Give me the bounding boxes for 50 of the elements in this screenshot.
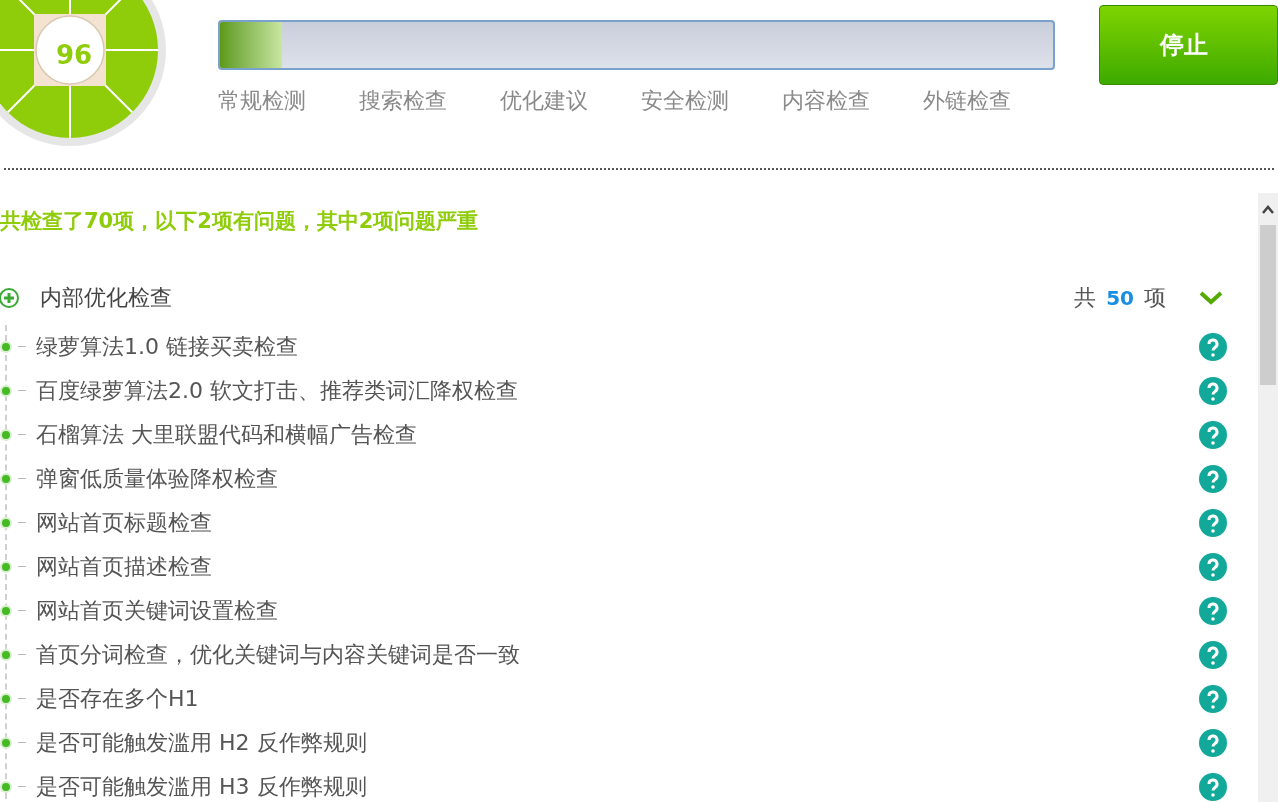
status-dot-icon <box>0 604 12 617</box>
check-item-label: 首页分词检查，优化关键词与内容关键词是否一致 <box>36 641 520 669</box>
check-item-label: 是否存在多个H1 <box>36 685 199 713</box>
score-value: 96 <box>54 39 94 72</box>
status-dot-icon <box>0 384 12 397</box>
count-value: 50 <box>1106 284 1134 312</box>
help-icon[interactable] <box>1199 420 1227 449</box>
scrollbar-thumb[interactable] <box>1260 225 1276 385</box>
count-label: 项 <box>1144 284 1166 312</box>
tab[interactable]: 安全检测 <box>641 86 729 116</box>
help-icon[interactable] <box>1199 684 1227 713</box>
stop-button[interactable]: 停止 <box>1099 5 1278 85</box>
check-item-label: 弹窗低质量体验降权检查 <box>36 465 278 493</box>
status-dot-icon <box>0 340 12 353</box>
check-item-label: 网站首页描述检查 <box>36 553 212 581</box>
status-dot-icon <box>0 736 12 749</box>
status-dot-icon <box>0 516 12 529</box>
check-item-label: 百度绿萝算法2.0 软文打击、推荐类词汇降权检查 <box>36 377 518 405</box>
tab[interactable]: 常规检测 <box>218 86 306 116</box>
help-icon[interactable] <box>1199 376 1227 405</box>
count-label: 共 <box>1074 284 1097 312</box>
check-item-label: 是否可能触发滥用 H2 反作弊规则 <box>36 729 367 757</box>
help-icon[interactable] <box>1199 464 1227 493</box>
help-icon[interactable] <box>1199 728 1227 757</box>
summary-text: 共检查了70项，以下2项有问题，其中2项问题严重 <box>0 208 480 235</box>
check-item-label: 绿萝算法1.0 链接买卖检查 <box>36 333 298 361</box>
status-dot-icon <box>0 780 12 793</box>
status-dot-icon <box>0 692 12 705</box>
help-icon[interactable] <box>1199 332 1227 361</box>
help-icon[interactable] <box>1199 552 1227 581</box>
status-dot-icon <box>0 648 12 661</box>
tab[interactable]: 搜索检查 <box>359 86 447 116</box>
tab[interactable]: 外链检查 <box>923 86 1011 116</box>
scrollbar[interactable] <box>1258 193 1278 802</box>
check-item-label: 网站首页关键词设置检查 <box>36 597 278 625</box>
status-dot-icon <box>0 472 12 485</box>
chevron-down-icon[interactable] <box>1198 289 1224 306</box>
section-title: 内部优化检查 <box>40 284 172 312</box>
help-icon[interactable] <box>1199 772 1227 801</box>
help-icon[interactable] <box>1199 508 1227 537</box>
status-dot-icon <box>0 428 12 441</box>
status-dot-icon <box>0 560 12 573</box>
help-icon[interactable] <box>1199 596 1227 625</box>
check-item-label: 网站首页标题检查 <box>36 509 212 537</box>
check-item-label: 石榴算法 大里联盟代码和横幅广告检查 <box>36 421 417 449</box>
add-icon[interactable] <box>0 286 20 309</box>
help-icon[interactable] <box>1199 640 1227 669</box>
check-item-label: 是否可能触发滥用 H3 反作弊规则 <box>36 773 367 801</box>
tab[interactable]: 优化建议 <box>500 86 588 116</box>
tab[interactable]: 内容检查 <box>782 86 870 116</box>
